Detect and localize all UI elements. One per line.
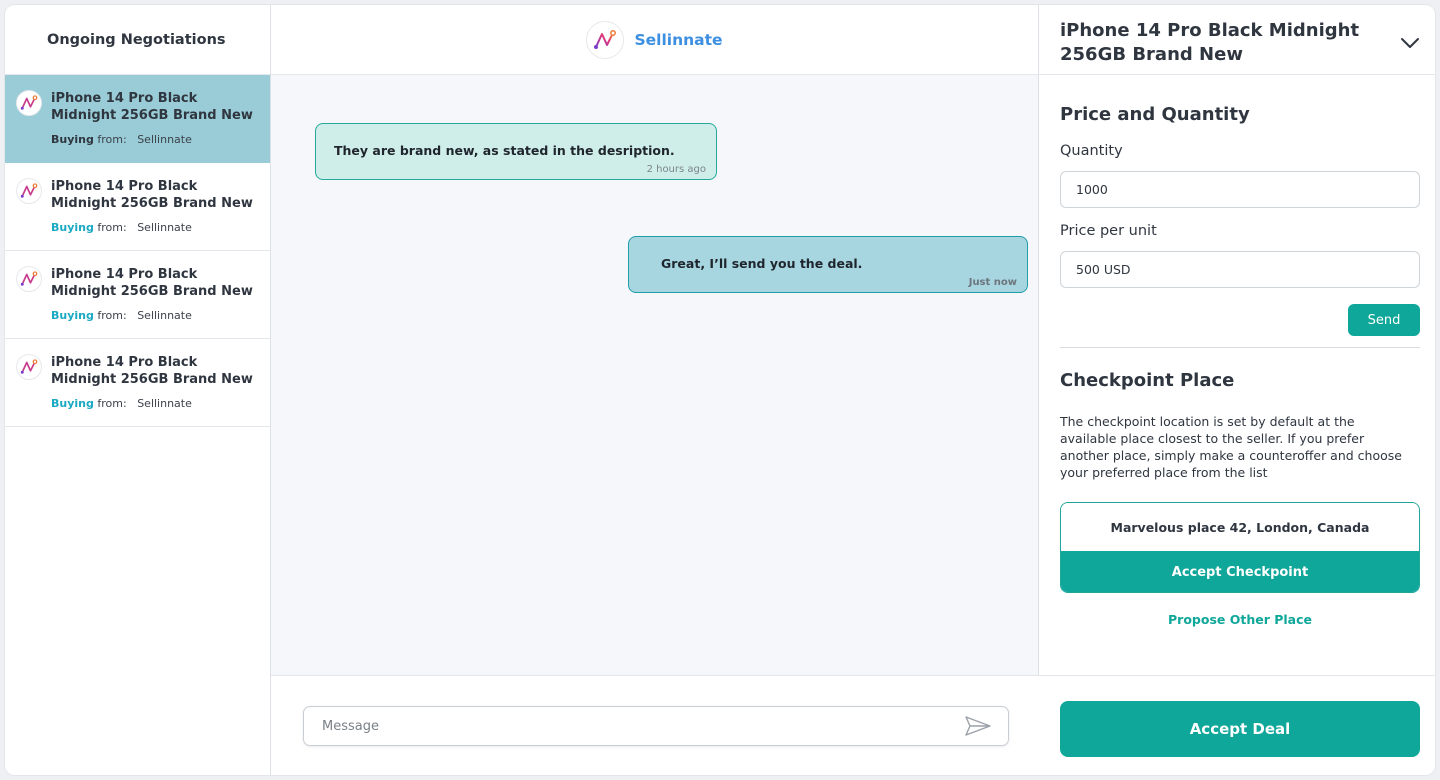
product-title: iPhone 14 Pro Black Midnight 256GB Brand… [1060,20,1360,65]
checkpoint-place: Marvelous place 42, London, Canada [1061,503,1419,551]
negotiation-title: iPhone 14 Pro Black Midnight 256GB Brand… [51,267,253,299]
message-bubble-incoming: They are brand new, as stated in the des… [315,123,717,180]
panel-footer: Accept Deal [1039,675,1435,775]
seller-name: Sellinnate [137,221,192,234]
deal-panel: iPhone 14 Pro Black Midnight 256GB Brand… [1039,5,1435,775]
sidebar-title: Ongoing Negotiations [5,5,270,75]
negotiation-meta: Buying from: Sellinnate [51,133,258,146]
price-label: Price per unit [1060,223,1157,239]
chat-header: Sellinnate [271,5,1038,75]
message-time: 2 hours ago [646,164,706,175]
sellinnate-logo-icon [586,20,625,59]
negotiation-meta: Buying from: Sellinnate [51,221,258,234]
negotiation-item[interactable]: iPhone 14 Pro Black Midnight 256GB Brand… [5,75,270,163]
message-bubble-outgoing: Great, I’ll send you the deal. Just now [628,236,1028,293]
send-arrow-icon[interactable] [963,714,993,738]
buying-label: Buying [51,221,94,234]
send-offer-button[interactable]: Send [1348,304,1420,336]
chevron-down-icon[interactable] [1399,35,1421,51]
checkpoint-section-title: Checkpoint Place [1060,370,1235,391]
accept-deal-button[interactable]: Accept Deal [1060,701,1420,757]
message-time: Just now [968,277,1017,288]
from-label: from: [97,133,127,146]
price-field[interactable] [1060,251,1420,288]
chat-area: Sellinnate They are brand new, as stated… [271,5,1039,775]
sellinnate-logo-icon [16,266,42,292]
negotiation-meta: Buying from: Sellinnate [51,309,258,322]
seller-name: Sellinnate [137,133,192,146]
from-label: from: [97,397,127,410]
quantity-field[interactable] [1060,171,1420,208]
negotiation-title: iPhone 14 Pro Black Midnight 256GB Brand… [51,91,253,123]
negotiation-item[interactable]: iPhone 14 Pro Black Midnight 256GB Brand… [5,339,270,427]
panel-header: iPhone 14 Pro Black Midnight 256GB Brand… [1039,5,1435,75]
sellinnate-logo-icon [16,354,42,380]
negotiations-sidebar: Ongoing Negotiations iPhone 14 Pro Black… [5,5,271,775]
negotiation-title: iPhone 14 Pro Black Midnight 256GB Brand… [51,355,253,387]
negotiations-list: iPhone 14 Pro Black Midnight 256GB Brand… [5,75,270,427]
price-section-title: Price and Quantity [1060,104,1250,125]
negotiation-item[interactable]: iPhone 14 Pro Black Midnight 256GB Brand… [5,251,270,339]
quantity-label: Quantity [1060,143,1123,159]
app-window: Ongoing Negotiations iPhone 14 Pro Black… [5,5,1435,775]
buying-label: Buying [51,309,94,322]
propose-other-place-link[interactable]: Propose Other Place [1060,612,1420,627]
buying-label: Buying [51,397,94,410]
message-composer [271,675,1039,775]
negotiation-item[interactable]: iPhone 14 Pro Black Midnight 256GB Brand… [5,163,270,251]
brand-name: Sellinnate [634,30,723,49]
buying-label: Buying [51,133,94,146]
message-text: Great, I’ll send you the deal. [661,256,863,271]
from-label: from: [97,221,127,234]
negotiation-meta: Buying from: Sellinnate [51,397,258,410]
sellinnate-logo-icon [16,90,42,116]
message-thread: They are brand new, as stated in the des… [271,75,1038,675]
section-divider [1060,347,1420,348]
checkpoint-card: Marvelous place 42, London, Canada Accep… [1060,502,1420,593]
seller-name: Sellinnate [137,309,192,322]
seller-name: Sellinnate [137,397,192,410]
message-input[interactable] [303,706,1009,746]
from-label: from: [97,309,127,322]
message-text: They are brand new, as stated in the des… [334,143,675,158]
sellinnate-logo-icon [16,178,42,204]
accept-checkpoint-button[interactable]: Accept Checkpoint [1061,551,1419,592]
checkpoint-description: The checkpoint location is set by defaul… [1060,414,1402,480]
negotiation-title: iPhone 14 Pro Black Midnight 256GB Brand… [51,179,253,211]
